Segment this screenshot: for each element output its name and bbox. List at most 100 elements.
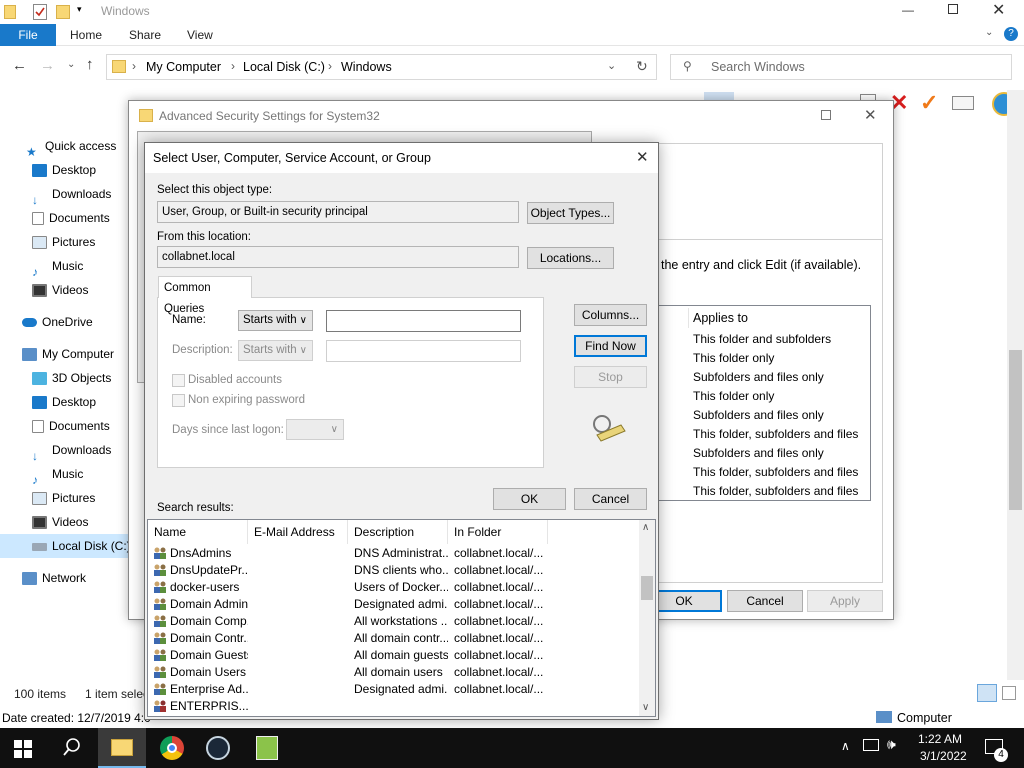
locations-button[interactable]: Locations... — [527, 247, 614, 269]
nav-network[interactable]: Network — [22, 566, 86, 590]
tab-view[interactable]: View — [187, 24, 213, 46]
forward-arrow-icon[interactable]: → — [40, 57, 55, 74]
permission-row[interactable]: This folder, subfolders and files — [693, 427, 858, 441]
result-row[interactable]: Domain Comp...All workstations ...collab… — [148, 613, 638, 630]
expand-ribbon-icon[interactable]: ⌄ — [985, 27, 993, 38]
result-row[interactable]: Enterprise Ad... Designated admi... collab… — [148, 681, 638, 698]
permission-row[interactable]: Subfolders and files only — [693, 408, 824, 422]
result-row[interactable]: Domain Users All domain users collabnet.lo… — [148, 664, 638, 681]
nav-music[interactable]: ♪ Music — [32, 254, 83, 279]
non-expiring-checkbox[interactable] — [172, 394, 185, 407]
customize-quick-access-icon[interactable]: ▾ — [77, 4, 82, 15]
maximize-icon[interactable] — [821, 110, 831, 120]
breadcrumb-windows[interactable]: Windows — [341, 60, 392, 74]
column-header-description[interactable]: Description — [348, 520, 448, 544]
network-status-icon[interactable] — [863, 739, 879, 751]
permission-row[interactable]: This folder only — [693, 351, 774, 365]
clock-time[interactable]: 1:22 AM — [918, 732, 962, 746]
close-icon[interactable]: ✕ — [636, 143, 649, 173]
nav-3d-objects[interactable]: 3D Objects — [32, 366, 111, 390]
results-scrollbar[interactable]: ∧ ∨ — [639, 520, 655, 716]
find-now-button[interactable]: Find Now — [574, 335, 647, 357]
chrome-icon[interactable] — [160, 736, 184, 760]
nav-downloads-2[interactable]: ↓ Downloads — [32, 438, 111, 463]
tab-share[interactable]: Share — [129, 24, 161, 46]
volume-icon[interactable]: 🕪 — [887, 736, 896, 753]
nav-pictures[interactable]: Pictures — [32, 230, 95, 254]
permission-row[interactable]: This folder, subfolders and files — [693, 484, 858, 498]
ok-button[interactable]: OK — [493, 488, 566, 510]
properties-icon[interactable] — [33, 4, 47, 20]
scrollbar-thumb[interactable] — [641, 576, 653, 600]
show-hidden-icons-icon[interactable]: ∧ — [841, 739, 850, 753]
result-row[interactable]: Domain Guests All domain guests collabnet.… — [148, 647, 638, 664]
search-icon[interactable] — [62, 737, 82, 757]
permission-row[interactable]: This folder and subfolders — [693, 332, 831, 346]
columns-button[interactable]: Columns... — [574, 304, 647, 326]
help-icon[interactable]: ? — [1004, 27, 1018, 41]
breadcrumb-my-computer[interactable]: My Computer — [146, 60, 221, 74]
refresh-icon[interactable]: ↻ — [636, 58, 648, 75]
column-header-email[interactable]: E-Mail Address — [248, 520, 348, 544]
stop-button[interactable]: Stop — [574, 366, 647, 388]
nav-videos[interactable]: Videos — [32, 278, 88, 302]
column-header-name[interactable]: Name — [148, 520, 248, 544]
permission-row[interactable]: Subfolders and files only — [693, 446, 824, 460]
up-arrow-icon[interactable]: ↑ — [86, 56, 94, 73]
tab-home[interactable]: Home — [70, 24, 102, 46]
name-mode-select[interactable]: Starts with ∨ — [238, 310, 313, 331]
maximize-icon[interactable] — [948, 4, 958, 14]
result-row[interactable]: DnsAdmins DNS Administrat... collabnet.loc… — [148, 545, 638, 562]
nav-quick-access[interactable]: ★ Quick access — [26, 134, 116, 159]
minimize-icon[interactable]: — — [902, 0, 916, 20]
name-input[interactable] — [326, 310, 521, 332]
tab-file[interactable]: File — [0, 24, 56, 46]
search-input[interactable]: ⚲ Search Windows — [670, 54, 1012, 80]
new-folder-icon[interactable] — [56, 5, 70, 19]
recent-locations-icon[interactable]: ⌄ — [67, 59, 75, 70]
breadcrumb-local-disk[interactable]: Local Disk (C:) — [243, 60, 325, 74]
cancel-button[interactable]: Cancel — [574, 488, 647, 510]
nav-desktop[interactable]: Desktop — [32, 158, 96, 182]
back-arrow-icon[interactable]: ← — [12, 57, 27, 74]
chevron-down-icon[interactable]: ⌄ — [607, 59, 616, 72]
nav-local-disk[interactable]: Local Disk (C:) — [0, 534, 131, 558]
steam-icon[interactable] — [206, 736, 230, 760]
nav-onedrive[interactable]: OneDrive — [22, 310, 93, 334]
result-row[interactable]: Domain Contr... All domain contr... collab… — [148, 630, 638, 647]
scroll-up-icon[interactable]: ∧ — [642, 522, 649, 533]
nav-music-2[interactable]: ♪ Music — [32, 462, 83, 487]
disabled-accounts-checkbox[interactable] — [172, 374, 185, 387]
object-types-button[interactable]: Object Types... — [527, 202, 614, 224]
tab-common-queries[interactable]: Common Queries — [158, 276, 252, 315]
permission-row[interactable]: Subfolders and files only — [693, 370, 824, 384]
result-row[interactable]: Domain Admins Designated admi... collabnet… — [148, 596, 638, 613]
description-mode-select[interactable]: Starts with ∨ — [238, 340, 313, 361]
scrollbar-thumb[interactable] — [1009, 350, 1022, 510]
column-header-in-folder[interactable]: In Folder — [448, 520, 548, 544]
file-explorer-taskbar-button[interactable] — [98, 728, 146, 768]
advanced-apply-button[interactable]: Apply — [807, 590, 883, 612]
description-input[interactable] — [326, 340, 521, 362]
nav-videos-2[interactable]: Videos — [32, 510, 88, 534]
nav-desktop-2[interactable]: Desktop — [32, 390, 96, 414]
address-bar[interactable]: › My Computer › Local Disk (C:) › Window… — [106, 54, 657, 80]
close-icon[interactable]: ✕ — [992, 0, 1005, 22]
rename-icon[interactable] — [952, 96, 974, 110]
nav-documents[interactable]: Documents — [32, 206, 110, 230]
nav-downloads[interactable]: ↓ Downloads — [32, 182, 111, 207]
scroll-down-icon[interactable]: ∨ — [642, 702, 649, 713]
nav-my-computer[interactable]: My Computer — [22, 342, 114, 366]
result-row[interactable]: docker-users Users of Docker... collabnet.… — [148, 579, 638, 596]
details-view-icon[interactable] — [977, 684, 997, 702]
clock-date[interactable]: 3/1/2022 — [920, 749, 967, 763]
nav-pictures-2[interactable]: Pictures — [32, 486, 95, 510]
checkmark-icon[interactable]: ✓ — [920, 90, 938, 116]
windows-start-icon[interactable] — [14, 740, 32, 758]
close-icon[interactable]: ✕ — [864, 101, 877, 131]
notepad-plus-icon[interactable] — [256, 736, 278, 760]
large-icons-view-icon[interactable] — [1002, 686, 1016, 700]
nav-documents-2[interactable]: Documents — [32, 414, 110, 438]
result-row[interactable]: ENTERPRIS... — [148, 698, 638, 715]
result-row[interactable]: DnsUpdatePr... DNS clients who... collabne… — [148, 562, 638, 579]
